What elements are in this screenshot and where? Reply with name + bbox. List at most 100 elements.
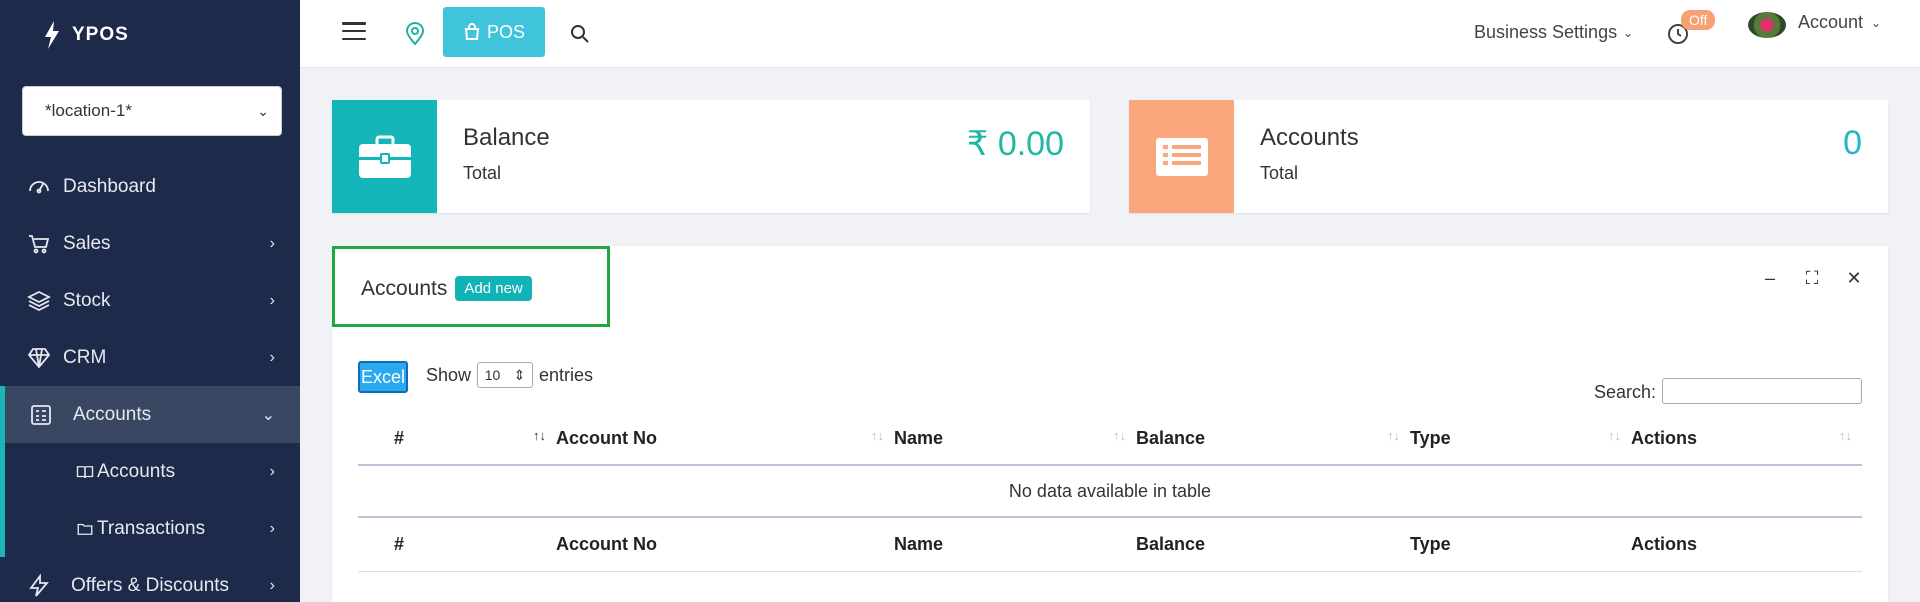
sidebar-item-sales[interactable]: Sales › — [0, 215, 300, 272]
footer-type: Type — [1410, 534, 1451, 554]
info-box-title: Balance — [463, 124, 550, 151]
sidebar-subitem-transactions[interactable]: Transactions › — [0, 500, 300, 557]
column-header-name[interactable]: Name ↑↓ — [894, 428, 1136, 449]
sidebar-item-label: Dashboard — [63, 175, 156, 197]
card-tools: – ⛶ ✕ — [1760, 268, 1864, 289]
show-label: Show — [426, 364, 472, 385]
info-box-value: ₹ 0.00 — [966, 125, 1064, 163]
bolt-logo-icon — [45, 21, 59, 49]
accounts-info-box: Accounts Total 0 — [1129, 100, 1888, 213]
add-new-button[interactable]: Add new — [455, 276, 532, 301]
accounts-table: # ↑↓ Account No ↑↓ Name ↑↓ Balance ↑↓ Type ↑↓… — [358, 412, 1862, 572]
sidebar-item-crm[interactable]: CRM › — [0, 329, 300, 386]
avatar[interactable] — [1748, 12, 1786, 38]
sidebar-nav: Dashboard Sales › Stock › CRM › Accounts… — [0, 158, 300, 602]
pos-label: POS — [486, 21, 525, 42]
minimize-icon[interactable]: – — [1760, 268, 1780, 289]
table-header-row: # ↑↓ Account No ↑↓ Name ↑↓ Balance ↑↓ Type ↑↓… — [358, 412, 1862, 466]
chevron-down-icon: ⌄ — [261, 406, 275, 424]
sidebar-item-offers-discounts[interactable]: Offers & Discounts › — [0, 557, 300, 602]
pos-button[interactable]: POS — [443, 7, 545, 57]
show-entries: Show 10 ⇕ entries — [426, 362, 593, 388]
shopping-bag-icon — [464, 23, 480, 40]
chevron-down-icon: ⌄ — [1871, 15, 1882, 30]
briefcase-icon — [332, 100, 437, 213]
card-title: Accounts Add new — [361, 276, 532, 301]
sidebar: YPOS *location-1* ⌄ Dashboard Sales › St… — [0, 0, 300, 602]
column-header-actions[interactable]: Actions ↑↓ — [1631, 428, 1862, 449]
ledger-icon — [27, 401, 55, 429]
folder-icon — [75, 515, 95, 543]
layers-icon — [25, 287, 53, 315]
info-box-subtitle: Total — [1260, 163, 1299, 183]
sidebar-item-label: CRM — [63, 346, 107, 368]
menu-toggle-icon[interactable] — [342, 22, 366, 40]
fullscreen-icon[interactable]: ⛶ — [1802, 268, 1822, 289]
sort-updown-icon: ⇕ — [513, 366, 526, 383]
footer-account-no: Account No — [556, 534, 657, 554]
sort-icon: ↑↓ — [871, 427, 884, 443]
column-header-number[interactable]: # ↑↓ — [358, 428, 556, 449]
account-menu[interactable]: Account ⌄ — [1798, 12, 1881, 33]
card-header-highlight: Accounts Add new — [332, 246, 610, 327]
sidebar-item-label: Offers & Discounts — [71, 574, 230, 596]
business-settings-menu[interactable]: Business Settings ⌄ — [1474, 22, 1633, 43]
close-icon[interactable]: ✕ — [1844, 268, 1864, 289]
chevron-down-icon: ⌄ — [257, 102, 269, 119]
empty-table-message: No data available in table — [358, 466, 1862, 518]
sidebar-item-dashboard[interactable]: Dashboard — [0, 158, 300, 215]
chevron-right-icon: › — [269, 576, 275, 594]
table-footer-row: # Account No Name Balance Type Actions — [358, 518, 1862, 572]
location-select[interactable]: *location-1* ⌄ — [22, 86, 282, 136]
sort-icon: ↑↓ — [1113, 427, 1126, 443]
sidebar-item-accounts[interactable]: Accounts ⌄ — [0, 386, 300, 443]
sidebar-subitem-accounts[interactable]: Accounts › — [0, 443, 300, 500]
chevron-down-icon: ⌄ — [1623, 25, 1634, 40]
brand-logo[interactable]: YPOS — [0, 0, 300, 70]
info-box-title: Accounts — [1260, 124, 1359, 151]
cart-icon — [25, 230, 53, 258]
column-header-type[interactable]: Type ↑↓ — [1410, 428, 1631, 449]
column-header-account-no[interactable]: Account No ↑↓ — [556, 428, 894, 449]
info-box-subtitle: Total — [463, 163, 502, 183]
account-label: Account — [1798, 12, 1864, 32]
search-input[interactable] — [1662, 378, 1862, 404]
status-badge: Off — [1681, 10, 1716, 30]
sort-icon: ↑↓ — [533, 427, 546, 443]
footer-balance: Balance — [1136, 534, 1206, 554]
chevron-right-icon: › — [269, 462, 275, 480]
sidebar-item-label: Sales — [63, 232, 111, 254]
footer-actions: Actions — [1631, 534, 1698, 554]
excel-export-button[interactable]: Excel — [358, 361, 408, 393]
footer-number: # — [394, 534, 405, 554]
search-label: Search: — [1594, 382, 1657, 402]
chevron-right-icon: › — [269, 291, 275, 309]
gauge-icon — [25, 173, 53, 201]
chevron-right-icon: › — [269, 348, 275, 366]
sidebar-item-stock[interactable]: Stock › — [0, 272, 300, 329]
sort-icon: ↑↓ — [1387, 427, 1400, 443]
search-icon[interactable] — [570, 24, 590, 44]
sidebar-item-label: Transactions — [97, 517, 206, 539]
page-size-value: 10 — [484, 367, 501, 383]
sort-icon: ↑↓ — [1839, 427, 1852, 443]
location-select-value: *location-1* — [45, 101, 132, 120]
entries-label: entries — [539, 364, 594, 385]
card-title-text: Accounts — [361, 276, 448, 300]
footer-name: Name — [894, 534, 944, 554]
column-header-balance[interactable]: Balance ↑↓ — [1136, 428, 1410, 449]
sidebar-item-label: Accounts — [73, 403, 152, 425]
brand-name: YPOS — [72, 24, 129, 45]
business-settings-label: Business Settings — [1474, 22, 1618, 42]
chevron-right-icon: › — [269, 519, 275, 537]
diamond-icon — [25, 344, 53, 372]
list-card-icon — [1129, 100, 1234, 213]
page-size-select[interactable]: 10 ⇕ — [477, 362, 534, 388]
top-bar: POS Business Settings ⌄ Off Account ⌄ — [300, 0, 1920, 68]
location-pin-icon[interactable] — [404, 22, 426, 46]
sort-icon: ↑↓ — [1608, 427, 1621, 443]
book-icon — [75, 458, 95, 486]
balance-info-box: Balance Total ₹ 0.00 — [332, 100, 1090, 213]
info-box-value: 0 — [1843, 124, 1862, 162]
chevron-right-icon: › — [269, 234, 275, 252]
